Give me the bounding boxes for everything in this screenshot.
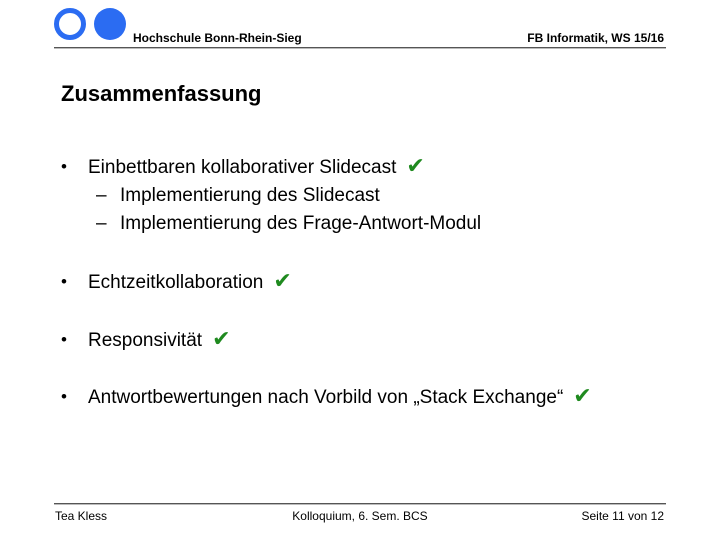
bullet-text: Echtzeitkollaboration ✔ [88,270,292,295]
bullet-label: Antwortbewertungen nach Vorbild von „Sta… [88,387,564,408]
bullet-marker: • [61,387,67,406]
sub-bullet-text: Implementierung des Frage-Antwort-Modul [120,213,482,234]
bullet-text: Einbettbaren kollaborativer Slidecast ✔ [88,155,425,180]
sub-bullet-marker: – [96,213,107,234]
bullet-label: Responsivität [88,330,203,351]
footer-divider [54,503,666,504]
sub-bullet-text: Implementierung des Slidecast [120,185,380,206]
bullet-label: Einbettbaren kollaborativer Slidecast [88,157,397,178]
bullet-text: Antwortbewertungen nach Vorbild von „Sta… [88,385,592,410]
sub-bullet-marker: – [96,185,107,206]
checkmark-icon: ✔ [406,154,425,179]
bullet-text: Responsivität ✔ [88,328,231,353]
bullet-marker: • [61,272,67,291]
checkmark-icon: ✔ [212,327,231,352]
checkmark-icon: ✔ [573,384,592,409]
bullet-marker: • [61,157,67,176]
slide: Hochschule Bonn-Rhein-Sieg FB Informatik… [0,0,720,540]
checkmark-icon: ✔ [273,269,292,294]
bullet-label: Echtzeitkollaboration [88,272,264,293]
bullet-marker: • [61,330,67,349]
footer-page-number: Seite 11 von 12 [581,509,664,523]
bullet-list: • Einbettbaren kollaborativer Slidecast ✔… [0,0,720,540]
